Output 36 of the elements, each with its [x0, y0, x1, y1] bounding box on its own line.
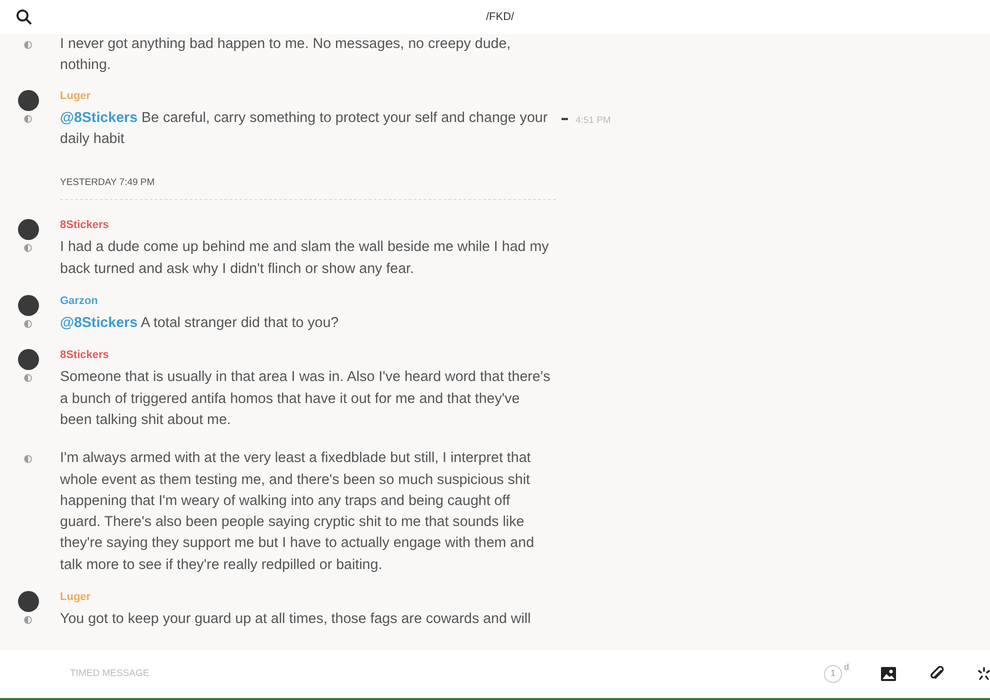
status-icon	[24, 114, 32, 123]
message-text: I never got anything bad happen to me. No messages, no creepy dude, nothing.	[60, 35, 512, 76]
message-text: I had a dude come up behind me and slam the wall beside me while I had my back turned and ask why I didn't flinch or show any fear.	[60, 238, 550, 279]
status-icon	[24, 244, 32, 252]
username[interactable]: Luger	[60, 590, 553, 604]
message-text: I'm always armed with at the very least a fixedblade but still, I interpret that whole event as them testing me, and there's been so much suspicious shit happening that I'm weary of walking into any traps and being caught off guard. There's also been people saying cryptic shit to me that sounds like they're saying they support me but I have to actually engage with them and talk more to see if they're really redpilled or baiting.	[60, 449, 536, 575]
message-text: Someone that is usually in that area I was in. Also I've heard word that there's a bunch of triggered antifa homos that have it out for me and that they've been talking shit about me.	[60, 368, 552, 430]
avatar	[18, 219, 38, 240]
avatar	[18, 349, 38, 370]
date-divider: YESTERDAY 7:49 PM	[60, 176, 556, 200]
avatar	[18, 90, 38, 111]
username[interactable]: 8Stickers	[60, 348, 553, 362]
message-text: You got to keep your guard up at all times, those fags are cowards and will	[60, 610, 532, 629]
mention-link[interactable]: @8Stickers	[60, 110, 138, 126]
timer-unit: d	[844, 661, 849, 674]
status-icon	[24, 455, 32, 464]
status-icon	[24, 41, 32, 49]
message-text: @8Stickers A total stranger did that to you?	[60, 314, 340, 334]
username[interactable]: 8Stickers	[60, 218, 553, 232]
username[interactable]: Luger	[60, 88, 611, 103]
avatar	[18, 295, 38, 316]
status-icon	[24, 616, 32, 624]
sparkle-icon[interactable]	[978, 667, 990, 681]
status-icon	[24, 320, 32, 328]
image-icon[interactable]	[881, 667, 896, 681]
timestamp: 4:51 PM	[575, 114, 611, 128]
username[interactable]: Garzon	[60, 294, 553, 308]
search-icon[interactable]	[16, 9, 32, 25]
mention-link[interactable]: @8Stickers	[60, 315, 138, 332]
channel-title: /FKD/	[486, 10, 514, 25]
message-input[interactable]: TIMED MESSAGE	[68, 666, 368, 682]
avatar	[18, 591, 38, 612]
message-text: @8Stickers Be careful, carry something to protect your self and change your daily habit	[60, 108, 549, 149]
more-button[interactable]: •••	[561, 108, 568, 150]
timer-counter[interactable]: 1	[824, 665, 842, 683]
status-icon	[24, 374, 32, 382]
